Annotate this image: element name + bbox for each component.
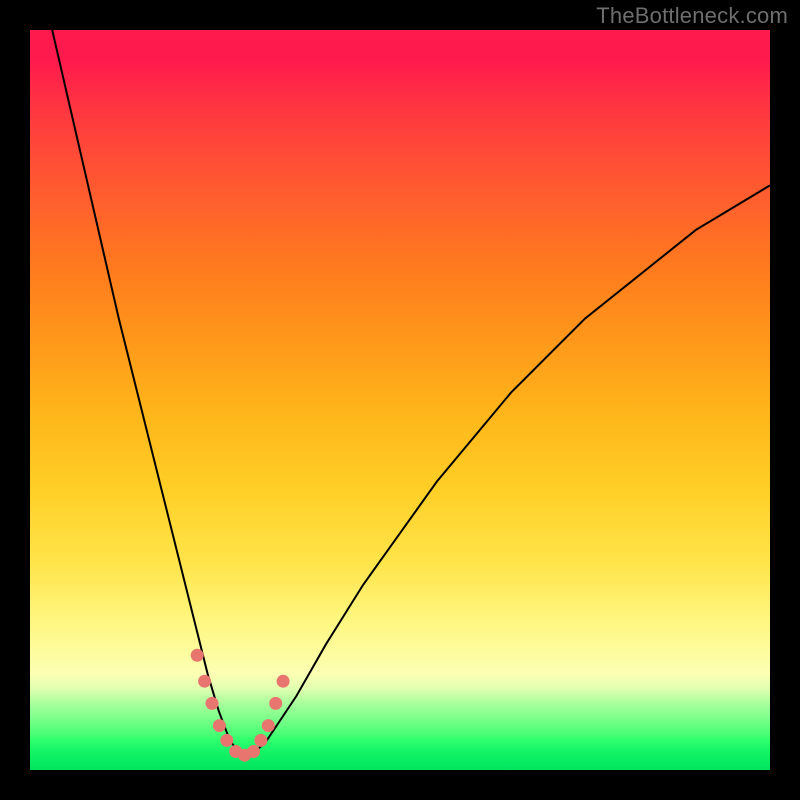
marker-dot — [213, 719, 226, 732]
marker-dot — [206, 697, 219, 710]
marker-dot — [220, 734, 233, 747]
marker-dot — [262, 719, 275, 732]
plot-area — [30, 30, 770, 770]
marker-dot — [254, 734, 267, 747]
chart-svg — [30, 30, 770, 770]
marker-dot — [191, 649, 204, 662]
bottleneck-curve — [52, 30, 770, 755]
marker-dot — [198, 675, 211, 688]
marker-dot — [247, 745, 260, 758]
marker-dot — [269, 697, 282, 710]
marker-dot — [277, 675, 290, 688]
watermark-text: TheBottleneck.com — [596, 3, 788, 29]
